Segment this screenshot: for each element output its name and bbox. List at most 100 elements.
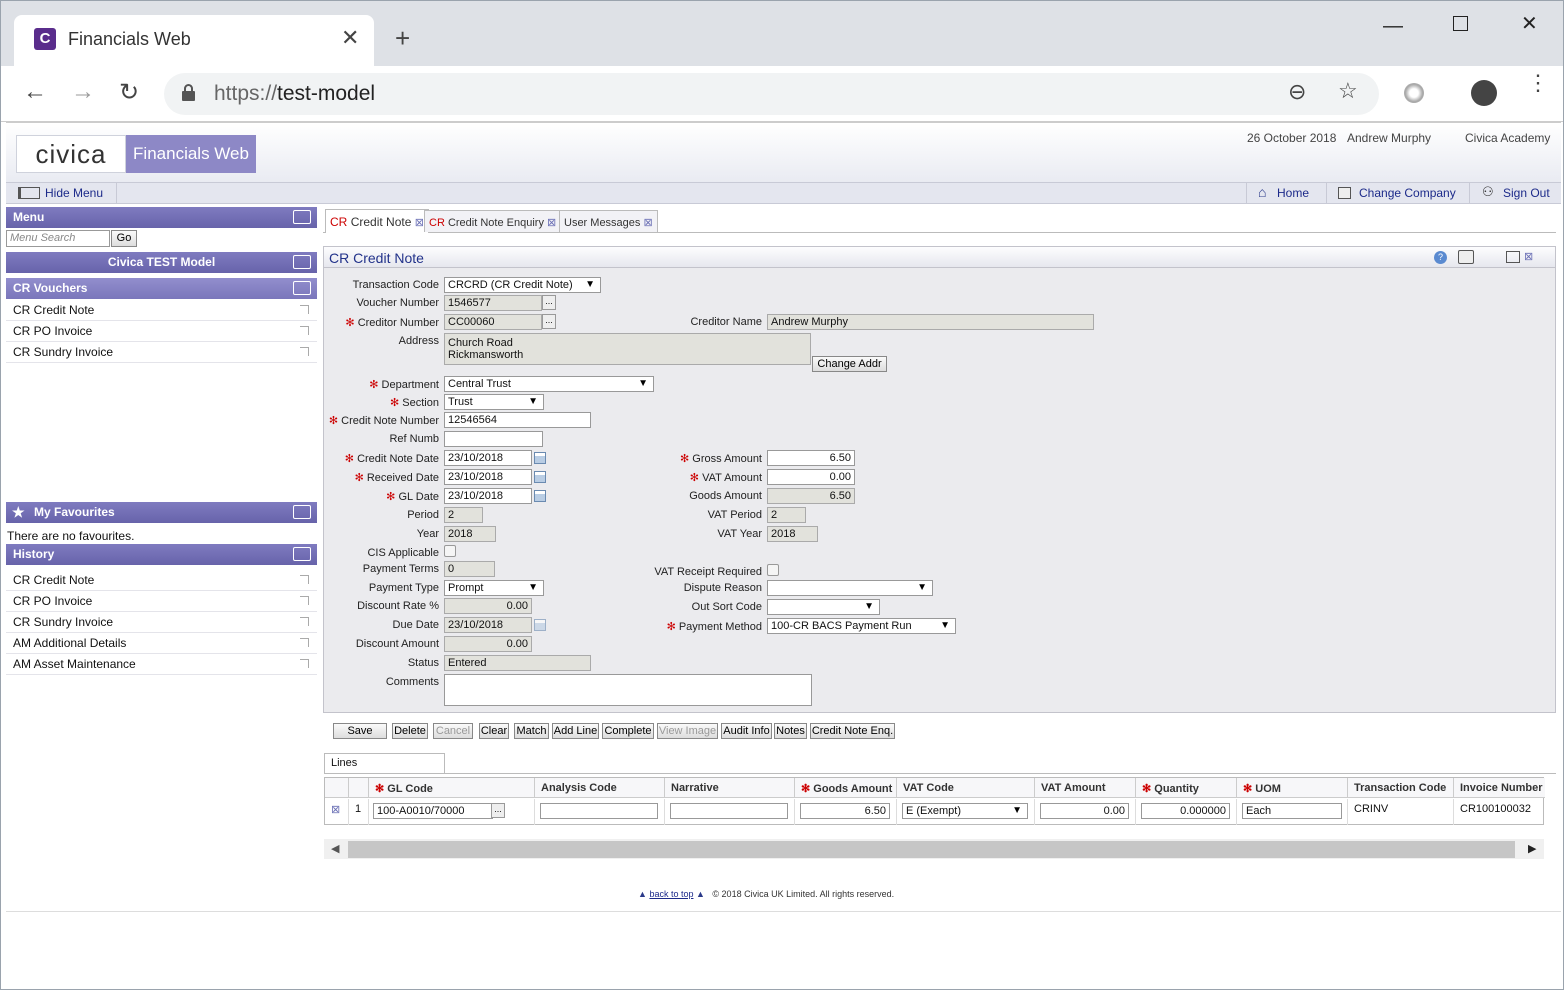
line-gl-code-input[interactable]: 100-A0010/70000 (373, 803, 493, 819)
discount-rate-field[interactable]: 0.00 (444, 598, 532, 614)
close-panel-icon[interactable]: ⊠ (1524, 250, 1533, 263)
change-addr-button[interactable]: Change Addr (812, 356, 887, 372)
dispute-reason-select[interactable] (767, 580, 933, 596)
line-analysis-code-input[interactable] (540, 803, 658, 819)
open-link-icon[interactable] (300, 347, 309, 356)
discount-amount-field[interactable]: 0.00 (444, 636, 532, 652)
department-select[interactable]: Central Trust (444, 376, 654, 392)
credit-note-date-input[interactable]: 23/10/2018 (444, 450, 532, 466)
line-vat-code-select[interactable]: E (Exempt) (902, 803, 1028, 819)
scroll-right-icon[interactable]: ▶ (1528, 842, 1536, 855)
credit-note-enq-button[interactable]: Credit Note Enq. (810, 723, 895, 739)
voucher-lookup-button[interactable]: ... (542, 295, 556, 310)
back-icon[interactable]: ← (23, 78, 47, 106)
calendar-icon[interactable] (534, 619, 546, 631)
payment-method-select[interactable]: 100-CR BACS Payment Run (767, 618, 956, 634)
notes-button[interactable]: Notes (774, 723, 807, 739)
hide-menu-icon[interactable] (18, 187, 40, 199)
forward-icon[interactable]: → (71, 78, 95, 106)
required-icon: ✻ (328, 415, 339, 427)
new-tab-icon[interactable]: + (395, 23, 410, 54)
back-to-top-link[interactable]: back to top (649, 889, 693, 899)
zoom-icon[interactable]: ⊖ (1288, 79, 1306, 105)
gl-code-lookup-button[interactable]: ... (491, 803, 505, 818)
tab-close-icon[interactable]: ⊠ (547, 217, 556, 229)
calendar-icon[interactable] (534, 471, 546, 483)
help-icon[interactable]: ? (1434, 251, 1447, 264)
menu-search-input[interactable]: Menu Search (6, 230, 110, 247)
comments-label: Comments (385, 676, 439, 688)
line-uom-input[interactable]: Each (1242, 803, 1342, 819)
browser-tab[interactable]: C Financials Web ✕ (14, 15, 374, 66)
browser-menu-icon[interactable]: ⋮ (1527, 72, 1549, 94)
line-narrative-input[interactable] (670, 803, 788, 819)
address-field[interactable]: Church Road Rickmansworth (444, 333, 811, 365)
tab-user-messages[interactable]: User Messages ⊠ (559, 210, 658, 232)
hide-menu-link[interactable]: Hide Menu (45, 186, 103, 200)
window-close-icon[interactable]: ✕ (1521, 11, 1538, 36)
view-image-button[interactable]: View Image (657, 723, 718, 739)
change-company-link[interactable]: Change Company (1359, 186, 1456, 200)
tab-close-icon[interactable]: ⊠ (415, 217, 424, 229)
menu-collapse-icon[interactable] (293, 210, 311, 224)
credit-note-number-input[interactable]: 12546564 (444, 412, 591, 428)
line-goods-amount-input[interactable]: 6.50 (800, 803, 890, 819)
complete-button[interactable]: Complete (602, 723, 654, 739)
vat-receipt-required-checkbox[interactable] (767, 564, 779, 576)
gross-amount-input[interactable]: 6.50 (767, 450, 855, 466)
maximize-icon[interactable] (1453, 16, 1468, 31)
cancel-button[interactable]: Cancel (433, 723, 473, 739)
out-sort-code-select[interactable] (767, 599, 880, 615)
save-button[interactable]: Save (333, 723, 387, 739)
lines-tab[interactable]: Lines (324, 753, 445, 773)
creditor-number-field[interactable]: CC00060 (444, 314, 542, 330)
home-link[interactable]: Home (1277, 186, 1309, 200)
model-collapse-icon[interactable] (293, 255, 311, 269)
scroll-left-icon[interactable]: ◀ (331, 842, 339, 855)
add-line-button[interactable]: Add Line (552, 723, 599, 739)
calendar-icon[interactable] (534, 452, 546, 464)
cis-applicable-label: CIS Applicable (367, 547, 439, 559)
bookmark-star-icon[interactable]: ☆ (1338, 78, 1358, 104)
tab-cr-credit-note[interactable]: CR Credit Note ⊠ (325, 209, 429, 233)
print-icon[interactable] (1458, 250, 1474, 264)
section-label-text: Section (402, 397, 439, 409)
audit-info-button[interactable]: Audit Info (721, 723, 772, 739)
payment-type-select[interactable]: Prompt (444, 580, 544, 596)
address-bar[interactable]: https://test-model ⊖ ☆ (164, 73, 1379, 115)
vat-amount-input[interactable]: 0.00 (767, 469, 855, 485)
maximize-panel-icon[interactable] (1506, 251, 1520, 263)
tab-cr-credit-note-enquiry[interactable]: CR Credit Note Enquiry ⊠ (424, 210, 562, 232)
transaction-code-select[interactable]: CRCRD (CR Credit Note) (444, 277, 601, 293)
due-date-field[interactable]: 23/10/2018 (444, 617, 532, 633)
menu-search-go-button[interactable]: Go (111, 230, 137, 247)
clear-button[interactable]: Clear (479, 723, 509, 739)
comments-textarea[interactable] (444, 674, 812, 706)
history-title: History (13, 547, 55, 561)
profile-icon[interactable] (1471, 80, 1497, 106)
company-icon[interactable] (1338, 187, 1351, 199)
ref-numb-input[interactable] (444, 431, 543, 447)
close-tab-icon[interactable]: ✕ (341, 25, 359, 51)
gl-date-input[interactable]: 23/10/2018 (444, 488, 532, 504)
sign-out-icon[interactable]: ⚇ (1482, 184, 1494, 200)
extension-icon[interactable] (1404, 83, 1424, 103)
line-vat-amount-input[interactable]: 0.00 (1040, 803, 1129, 819)
minimize-icon[interactable]: — (1383, 15, 1403, 38)
line-quantity-input[interactable]: 0.000000 (1141, 803, 1230, 819)
vouchers-title: CR Vouchers (13, 281, 88, 295)
reload-icon[interactable]: ↻ (119, 78, 139, 107)
match-button[interactable]: Match (514, 723, 549, 739)
tab-close-icon[interactable]: ⊠ (643, 217, 652, 229)
creditor-lookup-button[interactable]: ... (542, 314, 556, 329)
sign-out-link[interactable]: Sign Out (1503, 186, 1550, 200)
delete-line-icon[interactable]: ⊠ (325, 799, 349, 825)
delete-button[interactable]: Delete (392, 723, 428, 739)
home-icon[interactable]: ⌂ (1258, 184, 1266, 200)
scrollbar-thumb[interactable] (348, 841, 1515, 858)
payment-terms-field[interactable]: 0 (444, 561, 495, 577)
cis-applicable-checkbox[interactable] (444, 545, 456, 557)
calendar-icon[interactable] (534, 490, 546, 502)
received-date-input[interactable]: 23/10/2018 (444, 469, 532, 485)
section-select[interactable]: Trust (444, 394, 544, 410)
